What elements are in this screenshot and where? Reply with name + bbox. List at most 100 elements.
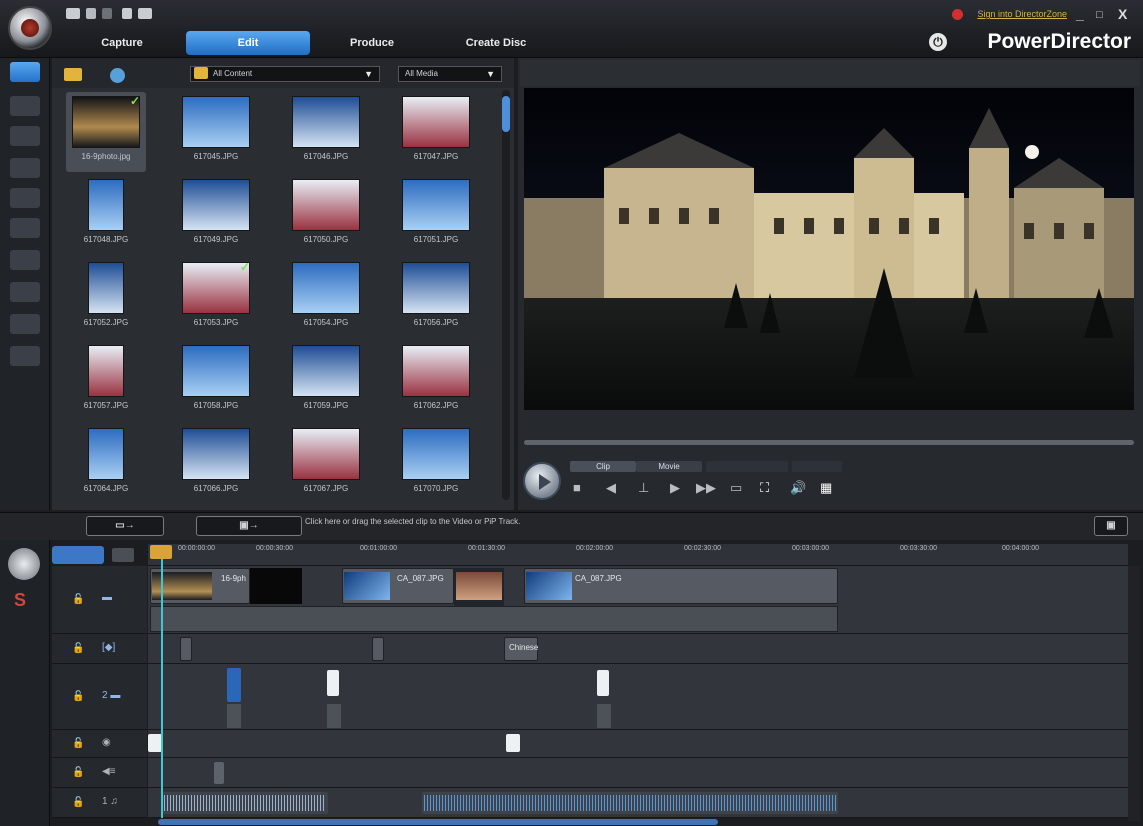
playhead-handle[interactable] (150, 545, 172, 559)
library-item[interactable]: 617050.JPG (286, 175, 366, 255)
library-item[interactable]: 617067.JPG (286, 424, 366, 504)
effect-track-icon: [◆] (102, 642, 116, 653)
library-item[interactable]: 617045.JPG (176, 92, 256, 172)
library-scrollbar[interactable] (502, 90, 510, 500)
lock-icon[interactable]: 🔓 (72, 691, 84, 702)
clip-mode-button[interactable]: Clip (570, 461, 636, 472)
lock-icon[interactable]: 🔓 (72, 643, 84, 654)
pip-room-icon[interactable] (10, 126, 40, 146)
library-item[interactable]: 617062.JPG (396, 341, 476, 421)
tab-create-disc[interactable]: Create Disc (446, 31, 546, 55)
undo-icon[interactable] (86, 8, 96, 19)
media-filter-select[interactable]: All Media ▼ (398, 66, 502, 82)
playback-slider[interactable] (524, 440, 1134, 445)
app-logo-icon[interactable] (8, 6, 52, 50)
chapter-room-icon[interactable] (10, 314, 40, 334)
timeline-scroll-thumb[interactable] (158, 819, 718, 825)
library-item[interactable]: 617047.JPG (396, 92, 476, 172)
subtitle-room-icon[interactable] (10, 346, 40, 366)
timeline-playhead[interactable] (161, 548, 163, 826)
storyboard-view-icon[interactable] (112, 548, 134, 562)
effect-clip[interactable]: Chinese (504, 637, 538, 661)
restore-button[interactable]: □ (1096, 9, 1103, 21)
library-scrollbar-thumb[interactable] (502, 96, 510, 132)
pip-clip-audio[interactable] (327, 704, 341, 728)
lock-icon[interactable]: 🔓 (72, 738, 84, 749)
quality-select[interactable] (792, 461, 842, 472)
library-item[interactable]: 617051.JPG (396, 175, 476, 255)
pip-clip[interactable] (327, 670, 339, 696)
split-icon[interactable]: ⊥ (638, 480, 649, 496)
more-options-icon[interactable]: ▦ (820, 480, 832, 496)
library-item[interactable]: 617056.JPG (396, 258, 476, 338)
library-item[interactable]: 617048.JPG (66, 175, 146, 255)
minimize-button[interactable]: _ (1076, 6, 1084, 22)
fullscreen-icon[interactable]: ⛶ (760, 480, 769, 496)
voice-track[interactable] (148, 758, 1128, 788)
library-item[interactable]: 617052.JPG (66, 258, 146, 338)
pip-clip-audio[interactable] (597, 704, 611, 728)
close-button[interactable]: X (1118, 6, 1127, 22)
library-item[interactable]: 617058.JPG (176, 341, 256, 421)
tab-edit[interactable]: Edit (186, 31, 310, 55)
movie-mode-button[interactable]: Movie (636, 461, 702, 472)
title-clip[interactable] (506, 734, 520, 752)
save-icon[interactable] (66, 8, 80, 19)
media-room-icon[interactable] (10, 62, 40, 82)
effect-room-icon[interactable] (10, 96, 40, 116)
library-item[interactable]: 617057.JPG (66, 341, 146, 421)
tab-capture[interactable]: Capture (72, 31, 172, 55)
magic-tool-icon[interactable]: S (14, 590, 26, 611)
timeline-view-toggle[interactable] (52, 546, 104, 564)
timeline-settings-button[interactable]: ▣ (1094, 516, 1128, 536)
voice-clip[interactable] (214, 762, 224, 784)
download-icon[interactable] (110, 68, 125, 83)
stop-icon[interactable]: ■ (573, 480, 581, 495)
timeline-mode-icon[interactable] (8, 548, 40, 580)
previous-frame-icon[interactable]: ◀ (606, 480, 616, 496)
video-audio-lane[interactable] (150, 606, 838, 632)
title-track[interactable] (148, 730, 1128, 758)
play-button[interactable] (523, 462, 561, 500)
next-frame-icon[interactable]: ▶ (670, 480, 680, 496)
voiceover-room-icon[interactable] (10, 282, 40, 302)
lock-icon[interactable]: 🔓 (72, 767, 84, 778)
library-item[interactable]: 617064.JPG (66, 424, 146, 504)
import-folder-icon[interactable] (64, 68, 82, 81)
title-clip[interactable] (148, 734, 162, 752)
library-item[interactable]: 617070.JPG (396, 424, 476, 504)
snapshot-icon[interactable]: ▭ (730, 480, 742, 496)
lock-icon[interactable]: 🔓 (72, 797, 84, 808)
fast-forward-icon[interactable]: ▶▶ (696, 480, 716, 496)
volume-icon[interactable]: 🔊 (790, 480, 806, 496)
timeline-vertical-scrollbar[interactable] (1128, 566, 1140, 821)
new-project-icon[interactable] (122, 8, 132, 19)
audio-mixing-room-icon[interactable] (10, 250, 40, 270)
add-to-pip-track-button[interactable]: ▣→ (196, 516, 302, 536)
library-item[interactable]: ✓ 617053.JPG (176, 258, 256, 338)
timeline-ruler[interactable] (148, 544, 1128, 566)
add-to-video-track-button[interactable]: ▭→ (86, 516, 164, 536)
transition-room-icon[interactable] (10, 218, 40, 238)
lock-icon[interactable]: 🔓 (72, 594, 84, 605)
tab-produce[interactable]: Produce (322, 31, 422, 55)
library-item[interactable]: 617054.JPG (286, 258, 366, 338)
particle-room-icon[interactable] (10, 158, 40, 178)
redo-icon[interactable] (102, 8, 112, 19)
pip-track[interactable] (148, 664, 1128, 730)
library-item[interactable]: 617059.JPG (286, 341, 366, 421)
effect-track[interactable] (148, 634, 1128, 664)
library-item[interactable]: 617066.JPG (176, 424, 256, 504)
pip-clip[interactable] (227, 668, 241, 702)
content-filter-select[interactable]: All Content ▼ (190, 66, 380, 82)
pip-clip-audio[interactable] (227, 704, 241, 728)
effect-clip[interactable] (372, 637, 384, 661)
signin-link[interactable]: Sign into DirectorZone (977, 9, 1067, 19)
library-item[interactable]: 617049.JPG (176, 175, 256, 255)
library-item[interactable]: 617046.JPG (286, 92, 366, 172)
effect-clip[interactable] (180, 637, 192, 661)
pip-clip[interactable] (597, 670, 609, 696)
title-room-icon[interactable] (10, 188, 40, 208)
open-project-icon[interactable] (138, 8, 152, 19)
library-item[interactable]: ✓ 16-9photo.jpg (66, 92, 146, 172)
